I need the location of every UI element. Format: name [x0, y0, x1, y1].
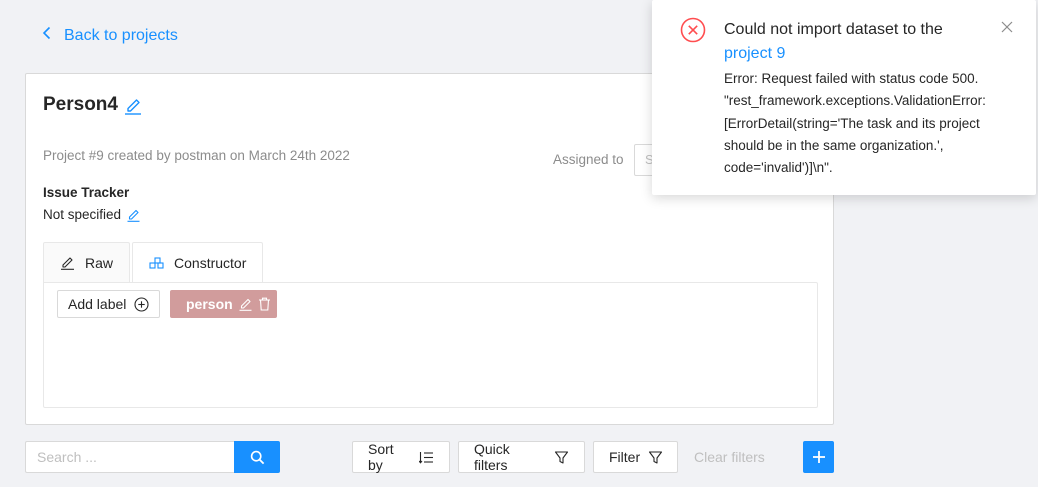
filter-label: Filter — [609, 449, 641, 465]
plus-icon — [811, 449, 827, 465]
close-icon[interactable] — [1000, 20, 1014, 34]
label-chip-person[interactable]: person — [170, 290, 277, 318]
tab-raw-label: Raw — [85, 254, 114, 271]
notification-title: Could not import dataset to the project … — [724, 18, 984, 66]
tasks-toolbar: Sort by Quick filters Filter Clear filte — [0, 441, 1038, 473]
constructor-panel: Add label person — [43, 282, 818, 408]
search-icon — [250, 450, 265, 465]
quick-filters-button[interactable]: Quick filters — [458, 441, 585, 473]
clear-filters-button[interactable]: Clear filters — [694, 449, 765, 465]
project-title: Person4 — [43, 94, 118, 115]
sort-by-button[interactable]: Sort by — [352, 441, 450, 473]
add-task-button[interactable] — [803, 441, 834, 473]
blocks-icon — [149, 256, 164, 271]
funnel-icon — [554, 450, 569, 465]
label-editor-tabs: Raw Constructor — [43, 242, 264, 283]
tab-constructor[interactable]: Constructor — [132, 242, 264, 283]
notification-project-link[interactable]: project 9 — [724, 45, 785, 62]
search-button[interactable] — [234, 441, 280, 473]
error-notification: Could not import dataset to the project … — [652, 0, 1036, 195]
project-title-row: Person4 — [43, 94, 142, 116]
funnel-icon — [648, 450, 663, 465]
edit-issue-tracker-icon[interactable] — [127, 208, 140, 222]
back-to-projects-link[interactable]: Back to projects — [40, 26, 178, 45]
tab-constructor-label: Constructor — [174, 255, 247, 271]
project-meta: Project #9 created by postman on March 2… — [43, 148, 350, 163]
issue-tracker-text: Not specified — [43, 207, 122, 222]
issue-tracker-label: Issue Tracker — [43, 185, 130, 200]
edit-title-icon[interactable] — [124, 95, 142, 115]
label-chip-name: person — [186, 296, 233, 312]
close-circle-icon — [680, 17, 706, 43]
back-link-label: Back to projects — [64, 26, 178, 44]
assigned-to-label: Assigned to — [553, 152, 624, 167]
sort-list-icon — [419, 450, 434, 465]
tab-raw[interactable]: Raw — [43, 242, 131, 282]
edit-label-icon[interactable] — [239, 297, 252, 311]
add-label-button[interactable]: Add label — [57, 290, 161, 318]
chevron-left-icon — [40, 26, 54, 45]
sort-by-label: Sort by — [368, 441, 394, 473]
edit-icon — [60, 255, 75, 270]
delete-label-icon[interactable] — [258, 297, 271, 311]
search-input[interactable] — [25, 441, 235, 473]
notification-description: Error: Request failed with status code 5… — [724, 71, 986, 176]
quick-filters-label: Quick filters — [474, 441, 510, 473]
notification-title-text: Could not import dataset to the — [724, 21, 943, 38]
issue-tracker-value: Not specified — [43, 207, 140, 222]
plus-circle-icon — [134, 296, 149, 312]
filter-button[interactable]: Filter — [593, 441, 678, 473]
add-label-text: Add label — [68, 296, 127, 312]
